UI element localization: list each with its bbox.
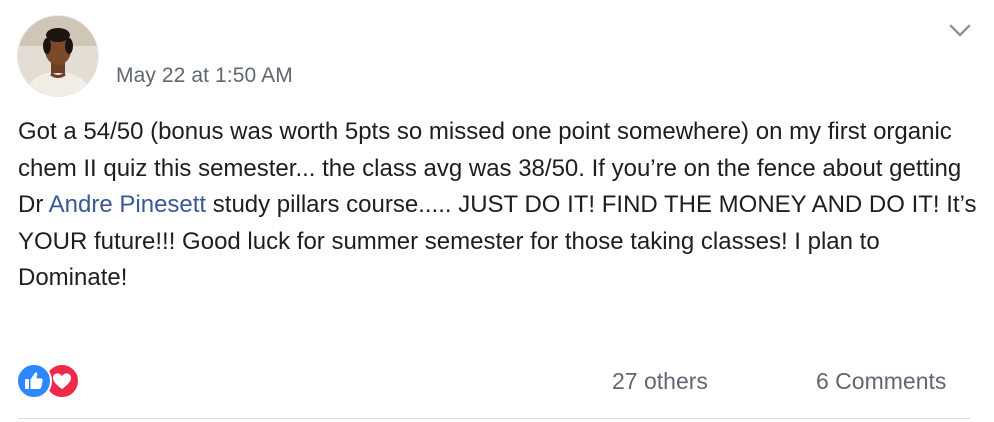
reaction-count-link[interactable]: 27 others <box>612 368 708 395</box>
post-timestamp[interactable]: May 22 at 1:50 AM <box>116 64 293 88</box>
mention-link[interactable]: Andre Pinesett <box>49 191 206 218</box>
divider <box>18 418 970 419</box>
post-options-button[interactable] <box>944 18 976 44</box>
post-body: Got a 54/50 (bonus was worth 5pts so mis… <box>18 114 978 297</box>
author-avatar[interactable] <box>18 16 98 96</box>
post-card: May 22 at 1:50 AM Got a 54/50 (bonus was… <box>0 0 994 422</box>
avatar-photo <box>18 16 98 96</box>
like-icon <box>16 363 52 399</box>
reaction-icons[interactable] <box>16 363 86 399</box>
chevron-down-icon <box>949 24 971 37</box>
comments-count-link[interactable]: 6 Comments <box>816 368 946 395</box>
